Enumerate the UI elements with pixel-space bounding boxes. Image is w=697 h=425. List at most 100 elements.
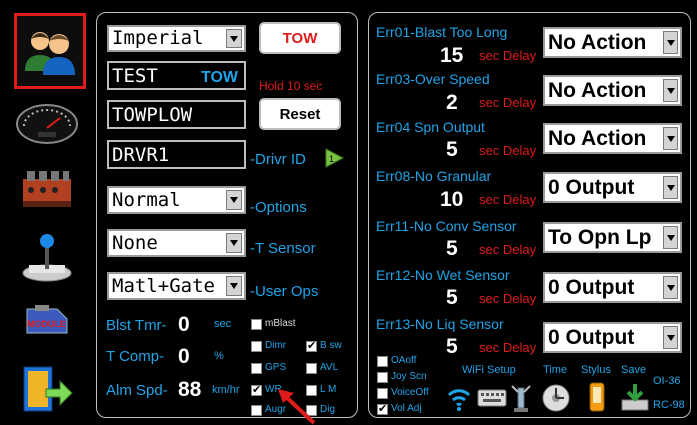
reset-button-label: Reset [279,105,321,123]
driver-id-field[interactable]: DRVR1 [107,140,246,169]
err04-action-dropdown[interactable]: No Action [543,123,682,154]
chevron-down-icon[interactable] [663,326,678,349]
stylus-label: Stylus [581,364,611,376]
err13-action-dropdown[interactable]: 0 Output [543,322,682,353]
t-comp-unit: % [214,350,224,362]
t-comp-value[interactable]: 0 [178,345,190,369]
test-field[interactable]: TEST TOW [107,61,246,90]
units-value: Imperial [112,27,204,49]
chevron-down-icon[interactable] [226,29,242,48]
blst-tmr-value[interactable]: 0 [178,313,190,337]
checkbox-l-m-label: L M [320,384,337,395]
err11-action-value: To Opn Lp [548,226,652,249]
checkbox-joy-scn[interactable] [377,372,388,383]
t-sensor-dropdown[interactable]: None [107,229,246,257]
save-button[interactable] [618,382,652,414]
tow-button[interactable]: TOW [259,22,341,54]
checkbox-b-sw[interactable] [306,339,317,352]
err13-delay[interactable]: 5 [446,335,458,359]
units-dropdown[interactable]: Imperial [107,25,246,52]
chevron-down-icon[interactable] [663,127,678,150]
pointer-arrow-icon [278,389,316,425]
options-dropdown[interactable]: Normal [107,186,246,214]
err13-delay-unit: sec Delay [479,340,537,355]
checkbox-gps[interactable] [251,363,262,374]
chevron-down-icon[interactable] [663,79,678,102]
chevron-down-icon[interactable] [663,31,678,54]
checkbox-augr[interactable] [251,405,262,416]
checkbox-avl[interactable] [306,363,317,374]
antenna-button[interactable] [508,382,534,414]
checkbox-mblast-label: mBlast [265,318,296,329]
checkbox-voiceoff[interactable] [377,388,388,399]
alm-spd-unit: km/hr [212,384,240,396]
err13-title: Err13-No Liq Sensor [376,316,504,332]
sidebar-item-joystick[interactable] [16,228,78,286]
err01-action-dropdown[interactable]: No Action [543,27,682,58]
checkbox-oaoff[interactable] [377,356,388,367]
time-button[interactable] [540,382,572,414]
reset-button[interactable]: Reset [259,98,341,130]
module-icon: MODULE [26,305,68,334]
chevron-down-icon[interactable] [663,276,678,299]
sidebar-item-gauge[interactable] [16,92,78,150]
sidebar-item-exit[interactable] [16,360,78,418]
hold-hint: Hold 10 sec [259,79,323,93]
checkbox-avl-label: AVL [320,362,339,373]
svg-text:MODULE: MODULE [27,319,66,329]
alm-spd-label: Alm Spd- [106,382,168,399]
err01-delay-unit: sec Delay [479,48,537,63]
blst-tmr-unit: sec [214,318,232,330]
alm-spd-value[interactable]: 88 [178,378,201,402]
checkbox-b-sw-label: B sw [320,340,342,351]
err12-action-dropdown[interactable]: 0 Output [543,272,682,303]
checkbox-mblast[interactable] [251,319,262,330]
checkbox-dimr-label: Dimr [265,340,287,351]
err03-delay[interactable]: 2 [446,91,458,115]
err04-delay-unit: sec Delay [479,143,537,158]
t-sensor-label: -T Sensor [250,240,316,257]
sidebar-item-module[interactable]: MODULE [16,292,78,350]
sidebar-item-valves[interactable] [16,160,78,218]
towplow-field[interactable]: TOWPLOW [107,100,246,129]
chevron-down-icon[interactable] [663,226,678,249]
err01-title: Err01-Blast Too Long [376,24,508,40]
checkbox-gps-label: GPS [265,362,287,373]
checkbox-dimr[interactable] [251,341,262,352]
err12-delay-unit: sec Delay [479,291,537,306]
err03-action-value: No Action [548,79,647,102]
err11-delay[interactable]: 5 [446,237,458,261]
chevron-down-icon[interactable] [226,190,242,210]
checkbox-wr[interactable] [251,383,262,396]
keyboard-button[interactable] [477,386,507,410]
err12-action-value: 0 Output [548,276,635,299]
test-field-tow: TOW [200,69,238,86]
err08-action-dropdown[interactable]: 0 Output [543,172,682,203]
checkbox-oaoff-label: OAoff [391,355,417,366]
err04-delay[interactable]: 5 [446,138,458,162]
err03-delay-unit: sec Delay [479,95,537,110]
options-value: Normal [112,188,181,211]
chevron-down-icon[interactable] [663,176,678,199]
err11-action-dropdown[interactable]: To Opn Lp [543,222,682,253]
stylus-button[interactable] [585,380,609,414]
err03-action-dropdown[interactable]: No Action [543,75,682,106]
wifi-setup-label: WiFi Setup [462,364,516,376]
chevron-down-icon[interactable] [226,233,242,253]
sidebar-item-users[interactable] [14,13,86,89]
driver-id-value: DRVR1 [112,143,170,166]
err01-delay[interactable]: 15 [440,44,463,68]
err13-action-value: 0 Output [548,326,635,349]
wifi-button[interactable] [447,380,471,414]
user-ops-value: Matl+Gate [112,274,215,297]
user-ops-dropdown[interactable]: Matl+Gate [107,272,246,300]
err08-title: Err08-No Granular [376,168,492,184]
checkbox-vol-adj[interactable] [377,402,388,415]
driver-next-button[interactable]: 1 [323,147,345,169]
chevron-down-icon[interactable] [226,276,242,296]
err12-delay[interactable]: 5 [446,286,458,310]
err08-delay[interactable]: 10 [440,188,463,212]
checkbox-vol-adj-label: Vol Adj [391,403,422,414]
checkbox-joy-scn-label: Joy Scn [391,371,427,382]
joystick-icon [22,234,72,282]
